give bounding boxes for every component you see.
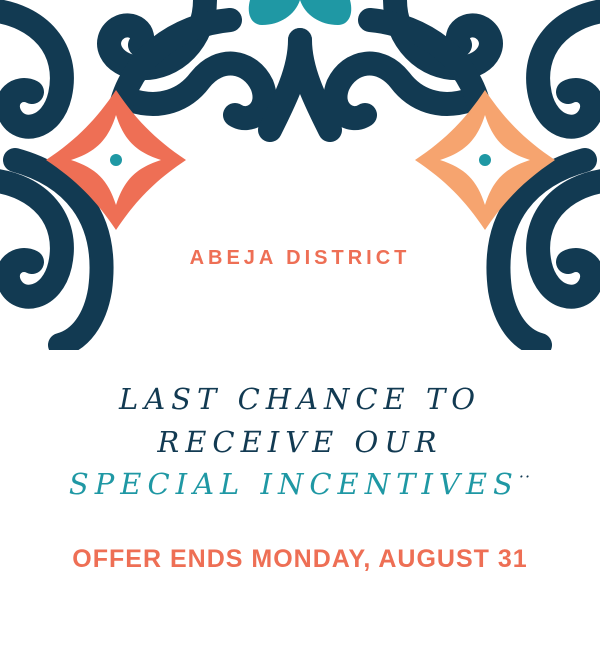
headline-line-3: SPECIAL INCENTIVES·· [0,467,600,501]
email-banner: ABEJA DISTRICT LAST CHANCE TO RECEIVE OU… [0,0,600,647]
offer-deadline: OFFER ENDS MONDAY, AUGUST 31 [72,545,528,573]
headline-line-3-dots: ·· [518,467,532,486]
brand-name: ABEJA DISTRICT [189,247,411,269]
headline-line-3-text: SPECIAL INCENTIVES [68,467,519,501]
teal-leaf-icon [248,0,352,25]
headline-line-1: LAST CHANCE TO [118,382,482,416]
headline-line-2: RECEIVE OUR [157,425,443,459]
tile-pattern [0,0,600,350]
